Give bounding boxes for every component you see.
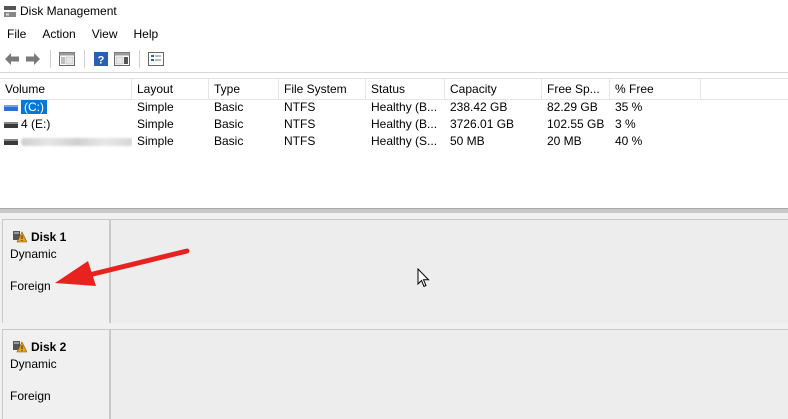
- menu-view[interactable]: View: [84, 23, 126, 45]
- disk-status: Foreign: [10, 279, 51, 293]
- properties-icon: [148, 51, 164, 66]
- volume-list-header: Volume Layout Type File System Status Ca…: [0, 79, 788, 100]
- drive-icon: [4, 121, 18, 128]
- volume-cell: 4 (E:): [0, 116, 132, 133]
- disk-management-app-icon: [4, 6, 16, 17]
- volume-name: (C:): [21, 100, 47, 114]
- mouse-cursor-icon: [417, 268, 430, 288]
- console-tree-button[interactable]: [57, 49, 77, 69]
- type-cell: Basic: [214, 100, 244, 114]
- volume-name: 4 (E:): [21, 117, 51, 131]
- back-button[interactable]: [2, 49, 22, 69]
- file-system-cell: NTFS: [284, 117, 316, 131]
- console-tree-icon: [59, 51, 75, 66]
- disk-2-partition-area[interactable]: [110, 329, 788, 419]
- disk-2-label[interactable]: Disk 2 Dynamic Foreign: [2, 329, 110, 419]
- column-header-file-system[interactable]: File System: [279, 79, 366, 99]
- column-header-free-space[interactable]: Free Sp...: [542, 79, 610, 99]
- drive-icon: [4, 138, 18, 145]
- menu-help[interactable]: Help: [126, 23, 167, 45]
- disk-map-pane: Disk 1 Dynamic Foreign Disk 2 Dynamic Fo…: [0, 213, 788, 419]
- free-space-cell: 20 MB: [547, 134, 582, 148]
- layout-cell: Simple: [137, 134, 174, 148]
- table-row[interactable]: Simple Basic NTFS Healthy (S... 50 MB 20…: [0, 133, 788, 150]
- volume-cell: (C:): [0, 99, 132, 116]
- toolbar-separator: [84, 49, 85, 68]
- warning-disk-icon: [13, 231, 27, 243]
- status-cell: Healthy (B...: [371, 100, 438, 114]
- properties-button[interactable]: [146, 49, 166, 69]
- status-cell: Healthy (S...: [371, 134, 438, 148]
- column-header-type[interactable]: Type: [209, 79, 279, 99]
- volume-list: Volume Layout Type File System Status Ca…: [0, 78, 788, 209]
- layout-cell: Simple: [137, 117, 174, 131]
- warning-disk-icon: [13, 341, 27, 353]
- back-arrow-icon: [5, 52, 19, 65]
- toolbar-separator: [139, 49, 140, 68]
- column-header-volume[interactable]: Volume: [0, 79, 132, 99]
- disk-name: Disk 2: [31, 340, 67, 354]
- capacity-cell: 50 MB: [450, 134, 485, 148]
- disk-row-2: Disk 2 Dynamic Foreign: [0, 323, 788, 419]
- menu-action[interactable]: Action: [34, 23, 83, 45]
- help-button[interactable]: ?: [91, 49, 111, 69]
- volume-cell: [0, 133, 132, 150]
- capacity-cell: 238.42 GB: [450, 100, 508, 114]
- action-pane-icon: [114, 51, 130, 66]
- status-cell: Healthy (B...: [371, 117, 438, 131]
- file-system-cell: NTFS: [284, 100, 316, 114]
- table-row[interactable]: (C:) Simple Basic NTFS Healthy (B... 238…: [0, 99, 788, 116]
- help-icon: ?: [94, 51, 108, 66]
- redacted-volume-name: [21, 137, 132, 146]
- table-row[interactable]: 4 (E:) Simple Basic NTFS Healthy (B... 3…: [0, 116, 788, 133]
- type-cell: Basic: [214, 117, 244, 131]
- drive-icon: [4, 104, 18, 111]
- toolbar-separator: [50, 49, 51, 68]
- percent-free-cell: 40 %: [615, 134, 643, 148]
- action-pane-button[interactable]: [112, 49, 132, 69]
- disk-1-partition-area[interactable]: [110, 219, 788, 323]
- column-header-layout[interactable]: Layout: [132, 79, 209, 99]
- menu-bar: File Action View Help: [0, 23, 788, 45]
- title-bar: Disk Management: [0, 0, 788, 23]
- forward-arrow-icon: [26, 52, 40, 65]
- free-space-cell: 102.55 GB: [547, 117, 605, 131]
- toolbar: ?: [0, 45, 788, 73]
- disk-type: Dynamic: [10, 357, 57, 371]
- forward-button[interactable]: [23, 49, 43, 69]
- capacity-cell: 3726.01 GB: [450, 117, 515, 131]
- column-header-percent-free[interactable]: % Free: [610, 79, 701, 99]
- window-title: Disk Management: [20, 4, 117, 18]
- svg-text:?: ?: [98, 54, 105, 66]
- column-header-status[interactable]: Status: [366, 79, 445, 99]
- column-header-capacity[interactable]: Capacity: [445, 79, 542, 99]
- type-cell: Basic: [214, 134, 244, 148]
- percent-free-cell: 35 %: [615, 100, 643, 114]
- disk-status: Foreign: [10, 389, 51, 403]
- disk-type: Dynamic: [10, 247, 57, 261]
- file-system-cell: NTFS: [284, 134, 316, 148]
- disk-name: Disk 1: [31, 230, 67, 244]
- disk-1-label[interactable]: Disk 1 Dynamic Foreign: [2, 219, 110, 323]
- percent-free-cell: 3 %: [615, 117, 636, 131]
- layout-cell: Simple: [137, 100, 174, 114]
- free-space-cell: 82.29 GB: [547, 100, 598, 114]
- menu-file[interactable]: File: [0, 23, 34, 45]
- disk-row-1: Disk 1 Dynamic Foreign: [0, 213, 788, 323]
